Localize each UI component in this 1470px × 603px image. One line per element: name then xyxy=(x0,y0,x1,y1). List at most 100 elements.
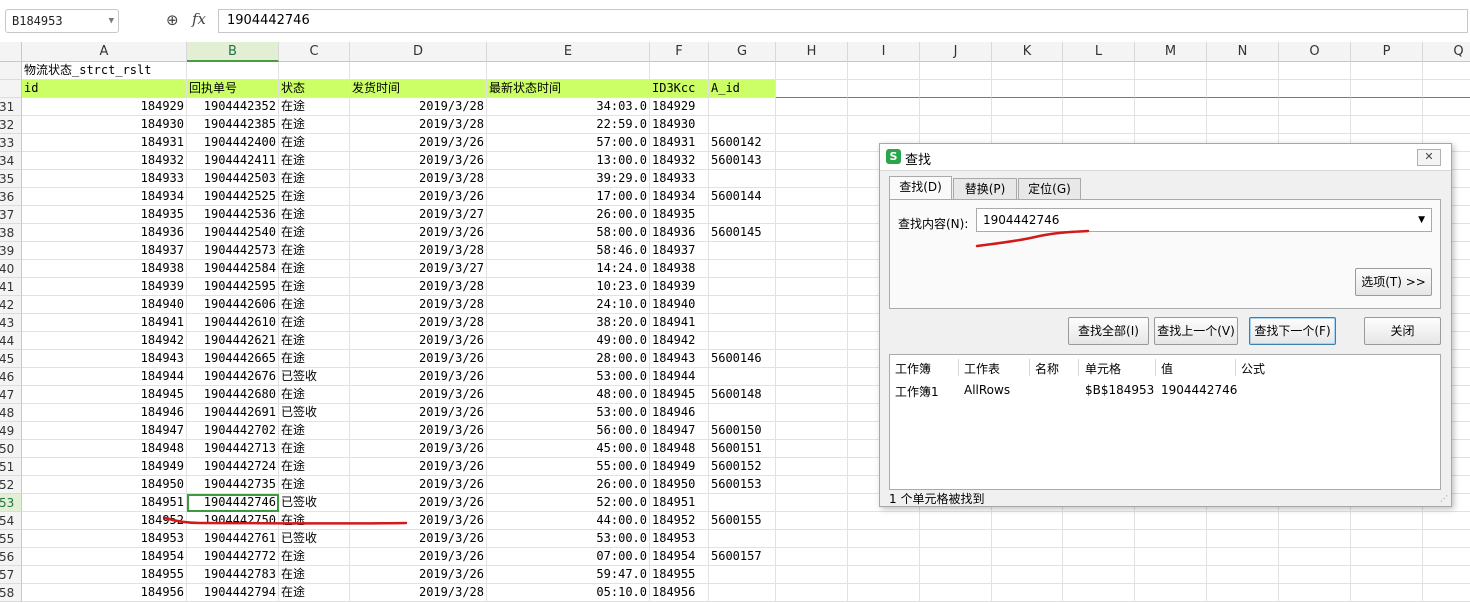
empty-cell[interactable] xyxy=(992,80,1063,98)
empty-cell[interactable] xyxy=(1423,584,1470,602)
table-cell[interactable]: 39:29.0 xyxy=(487,170,650,188)
table-cell[interactable]: 在途 xyxy=(279,278,350,296)
row-header[interactable]: 53 xyxy=(0,494,22,512)
table-cell[interactable]: 184929 xyxy=(650,98,709,116)
empty-cell[interactable] xyxy=(1423,548,1470,566)
empty-cell[interactable] xyxy=(1063,116,1135,134)
table-cell[interactable]: 5600148 xyxy=(709,386,776,404)
table-cell[interactable]: 1904442536 xyxy=(187,206,279,224)
empty-cell[interactable] xyxy=(992,584,1063,602)
table-cell[interactable]: 184949 xyxy=(22,458,187,476)
table-cell[interactable]: 184946 xyxy=(650,404,709,422)
empty-cell[interactable] xyxy=(848,584,920,602)
empty-cell[interactable] xyxy=(1207,62,1279,80)
table-cell[interactable]: 在途 xyxy=(279,440,350,458)
formula-input[interactable]: 1904442746 xyxy=(218,9,1468,33)
empty-cell[interactable] xyxy=(848,98,920,116)
table-cell[interactable]: 184934 xyxy=(650,188,709,206)
column-header-g[interactable]: G xyxy=(709,42,776,62)
table-cell[interactable]: 2019/3/28 xyxy=(350,296,487,314)
empty-cell[interactable] xyxy=(776,512,848,530)
row-header[interactable]: 42 xyxy=(0,296,22,314)
table-cell[interactable]: 184931 xyxy=(22,134,187,152)
table-cell[interactable]: 在途 xyxy=(279,260,350,278)
table-cell[interactable]: 在途 xyxy=(279,242,350,260)
table-cell[interactable]: 2019/3/28 xyxy=(350,98,487,116)
column-header-n[interactable]: N xyxy=(1207,42,1279,62)
empty-cell[interactable] xyxy=(920,512,992,530)
row-header[interactable]: 45 xyxy=(0,350,22,368)
empty-cell[interactable] xyxy=(992,530,1063,548)
row-header[interactable]: 33 xyxy=(0,134,22,152)
empty-cell[interactable] xyxy=(1135,584,1207,602)
table-cell[interactable]: 184951 xyxy=(650,494,709,512)
empty-cell[interactable] xyxy=(1279,62,1351,80)
table-cell[interactable]: 在途 xyxy=(279,188,350,206)
empty-cell[interactable] xyxy=(848,62,920,80)
empty-cell[interactable] xyxy=(1063,566,1135,584)
table-cell[interactable]: 56:00.0 xyxy=(487,422,650,440)
row-header[interactable]: 44 xyxy=(0,332,22,350)
table-cell[interactable]: 184935 xyxy=(650,206,709,224)
column-header-m[interactable]: M xyxy=(1135,42,1207,62)
find-previous-button[interactable]: 查找上一个(V) xyxy=(1154,317,1238,345)
table-cell[interactable]: 已签收 xyxy=(279,530,350,548)
empty-cell[interactable] xyxy=(1423,62,1470,80)
table-cell[interactable]: 26:00.0 xyxy=(487,476,650,494)
table-cell[interactable]: 44:00.0 xyxy=(487,512,650,530)
table-cell[interactable]: 184929 xyxy=(22,98,187,116)
empty-cell[interactable] xyxy=(1351,566,1423,584)
empty-cell[interactable] xyxy=(1135,548,1207,566)
empty-cell[interactable] xyxy=(350,62,487,80)
table-cell[interactable]: 2019/3/28 xyxy=(350,314,487,332)
empty-cell[interactable] xyxy=(1279,584,1351,602)
empty-cell[interactable] xyxy=(776,152,848,170)
empty-cell[interactable] xyxy=(776,530,848,548)
table-cell[interactable]: 5600144 xyxy=(709,188,776,206)
column-header-i[interactable]: I xyxy=(848,42,920,62)
table-cell[interactable] xyxy=(709,332,776,350)
table-cell[interactable]: 在途 xyxy=(279,422,350,440)
empty-cell[interactable] xyxy=(1423,80,1470,98)
empty-cell[interactable] xyxy=(1351,80,1423,98)
table-cell[interactable]: 2019/3/26 xyxy=(350,530,487,548)
row-header[interactable]: 52 xyxy=(0,476,22,494)
table-cell[interactable]: 5600155 xyxy=(709,512,776,530)
empty-cell[interactable] xyxy=(1351,98,1423,116)
table-cell[interactable]: 184945 xyxy=(650,386,709,404)
table-cell[interactable]: 57:00.0 xyxy=(487,134,650,152)
table-cell[interactable]: 在途 xyxy=(279,98,350,116)
empty-cell[interactable] xyxy=(1351,584,1423,602)
table-cell[interactable]: 在途 xyxy=(279,152,350,170)
table-cell[interactable]: 184936 xyxy=(650,224,709,242)
empty-cell[interactable] xyxy=(1135,530,1207,548)
empty-cell[interactable] xyxy=(776,404,848,422)
empty-cell[interactable] xyxy=(776,278,848,296)
empty-cell[interactable] xyxy=(992,116,1063,134)
chevron-down-icon[interactable]: ▼ xyxy=(109,10,114,32)
table-cell[interactable]: 24:10.0 xyxy=(487,296,650,314)
table-cell[interactable]: 184953 xyxy=(22,530,187,548)
empty-cell[interactable] xyxy=(920,62,992,80)
table-cell[interactable]: 2019/3/26 xyxy=(350,476,487,494)
table-cell[interactable]: 5600146 xyxy=(709,350,776,368)
empty-cell[interactable] xyxy=(487,62,650,80)
table-cell[interactable]: 184938 xyxy=(650,260,709,278)
empty-cell[interactable] xyxy=(1207,566,1279,584)
table-cell[interactable]: 184942 xyxy=(22,332,187,350)
table-cell[interactable]: 07:00.0 xyxy=(487,548,650,566)
empty-cell[interactable] xyxy=(1063,98,1135,116)
table-cell[interactable] xyxy=(709,494,776,512)
row-header[interactable]: 39 xyxy=(0,242,22,260)
table-cell[interactable]: 184945 xyxy=(22,386,187,404)
empty-cell[interactable] xyxy=(776,314,848,332)
table-cell[interactable]: 2019/3/28 xyxy=(350,584,487,602)
table-cell[interactable] xyxy=(709,368,776,386)
table-cell[interactable]: 1904442676 xyxy=(187,368,279,386)
table-cell[interactable] xyxy=(709,260,776,278)
table-cell[interactable]: 在途 xyxy=(279,458,350,476)
table-cell[interactable]: 1904442400 xyxy=(187,134,279,152)
table-cell[interactable]: 184949 xyxy=(650,458,709,476)
empty-cell[interactable] xyxy=(1207,80,1279,98)
find-all-button[interactable]: 查找全部(I) xyxy=(1068,317,1149,345)
